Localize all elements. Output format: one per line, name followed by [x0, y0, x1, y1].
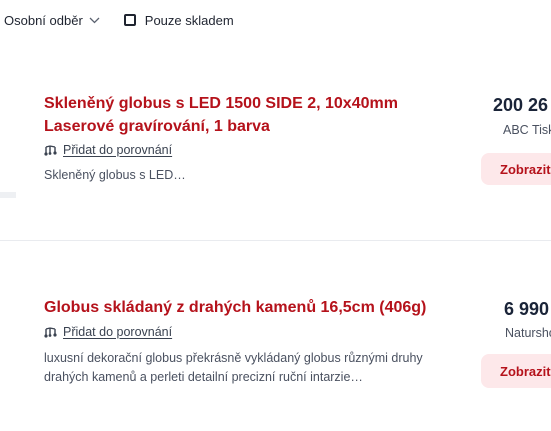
- product-description-line: luxusní dekorační globus překrásně vyklá…: [44, 351, 423, 365]
- compare-scale-icon: [44, 326, 57, 338]
- product-description: Skleněný globus s LED…: [44, 168, 186, 182]
- shop-name[interactable]: ABC Tisk: [503, 123, 551, 137]
- product-image-edge[interactable]: [0, 192, 16, 198]
- show-offer-button[interactable]: Zobrazit: [481, 153, 551, 185]
- product-card: Globus skládaný z drahých kamenů 16,5cm …: [0, 292, 551, 422]
- pickup-filter-label: Osobní odběr: [4, 12, 83, 28]
- checkbox-box[interactable]: [123, 14, 136, 26]
- chevron-down-icon: [89, 17, 100, 24]
- filter-bar: Osobní odběr Pouze skladem: [0, 8, 234, 32]
- product-title-line: Skleněný globus s LED 1500 SIDE 2, 10x40…: [44, 95, 398, 112]
- shop-name[interactable]: Naturshop: [505, 326, 551, 340]
- product-card: Skleněný globus s LED 1500 SIDE 2, 10x40…: [0, 92, 551, 240]
- product-title[interactable]: Globus skládaný z drahých kamenů 16,5cm …: [44, 296, 444, 319]
- in-stock-checkbox[interactable]: Pouze skladem: [123, 12, 234, 28]
- product-title[interactable]: Skleněný globus s LED 1500 SIDE 2, 10x40…: [44, 92, 414, 138]
- add-to-compare-label: Přidat do porovnání: [63, 143, 173, 157]
- add-to-compare-link[interactable]: Přidat do porovnání: [44, 143, 172, 157]
- add-to-compare-label: Přidat do porovnání: [63, 325, 173, 339]
- product-title-line: Laserové gravírování, 1 barva: [44, 118, 270, 135]
- product-listing-page: Osobní odběr Pouze skladem Skleněný glob…: [0, 0, 551, 431]
- product-title-line: Globus skládaný z drahých kamenů 16,5cm …: [44, 299, 427, 316]
- pickup-filter-dropdown[interactable]: Osobní odběr: [4, 13, 100, 28]
- product-divider: [0, 240, 551, 241]
- compare-scale-icon: [44, 144, 57, 156]
- show-offer-button[interactable]: Zobrazit: [481, 354, 551, 388]
- product-description-line: drahých kamenů a perleti detailní preciz…: [44, 370, 363, 384]
- in-stock-label: Pouze skladem: [144, 12, 234, 28]
- product-price: 200 26: [493, 95, 549, 115]
- product-price: 6 990: [504, 299, 550, 319]
- product-description: luxusní dekorační globus překrásně vyklá…: [44, 349, 464, 387]
- add-to-compare-link[interactable]: Přidat do porovnání: [44, 325, 172, 339]
